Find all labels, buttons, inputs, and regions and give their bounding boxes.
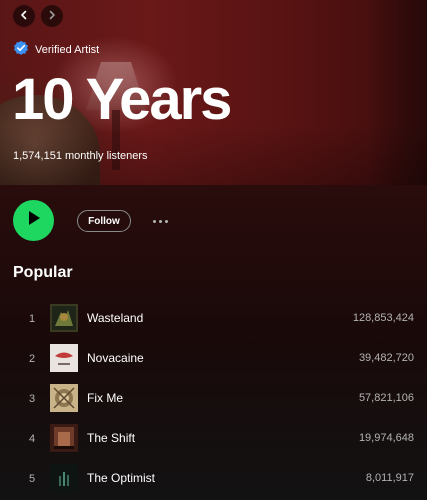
track-number: 4 xyxy=(28,433,36,445)
back-button[interactable] xyxy=(13,5,35,27)
track-row[interactable]: 1 Wasteland 128,853,424 xyxy=(0,302,427,338)
popular-heading: Popular xyxy=(13,264,73,281)
track-title: The Shift xyxy=(87,431,136,445)
track-title: The Optimist xyxy=(87,471,156,485)
play-icon xyxy=(27,210,41,231)
track-row[interactable]: 2 Novacaine 39,482,720 xyxy=(0,342,427,378)
track-number: 5 xyxy=(28,473,36,485)
more-options-button[interactable] xyxy=(149,214,171,228)
artist-name: 10 Years xyxy=(12,67,232,132)
verified-label: Verified Artist xyxy=(35,43,100,56)
track-title: Wasteland xyxy=(87,311,144,325)
follow-button[interactable]: Follow xyxy=(77,210,131,232)
track-row[interactable]: 4 The Shift 19,974,648 xyxy=(0,422,427,458)
verified-artist-badge: Verified Artist xyxy=(13,40,99,59)
verified-badge-icon xyxy=(13,40,29,59)
chevron-left-icon xyxy=(19,7,29,25)
more-options-icon xyxy=(164,219,168,223)
album-cover xyxy=(50,384,78,412)
track-play-count: 8,011,917 xyxy=(365,472,414,484)
album-cover xyxy=(50,464,78,492)
track-title: Novacaine xyxy=(87,351,144,365)
album-cover xyxy=(50,344,78,372)
album-cover xyxy=(50,304,78,332)
chevron-right-icon xyxy=(47,7,57,25)
more-options-icon xyxy=(152,219,156,223)
track-number: 1 xyxy=(28,313,36,325)
track-number: 2 xyxy=(28,353,36,365)
track-play-count: 128,853,424 xyxy=(352,312,414,324)
track-play-count: 39,482,720 xyxy=(358,352,414,364)
track-row[interactable]: 5 The Optimist 8,011,917 xyxy=(0,462,427,498)
monthly-listeners: 1,574,151 monthly listeners xyxy=(13,150,148,162)
more-options-icon xyxy=(158,219,162,223)
forward-button[interactable] xyxy=(41,5,63,27)
track-row[interactable]: 3 Fix Me 57,821,106 xyxy=(0,382,427,418)
album-cover xyxy=(50,424,78,452)
track-title: Fix Me xyxy=(87,391,123,405)
track-play-count: 19,974,648 xyxy=(358,432,414,444)
track-play-count: 57,821,106 xyxy=(358,392,414,404)
play-button[interactable] xyxy=(13,200,54,241)
track-number: 3 xyxy=(28,393,36,405)
